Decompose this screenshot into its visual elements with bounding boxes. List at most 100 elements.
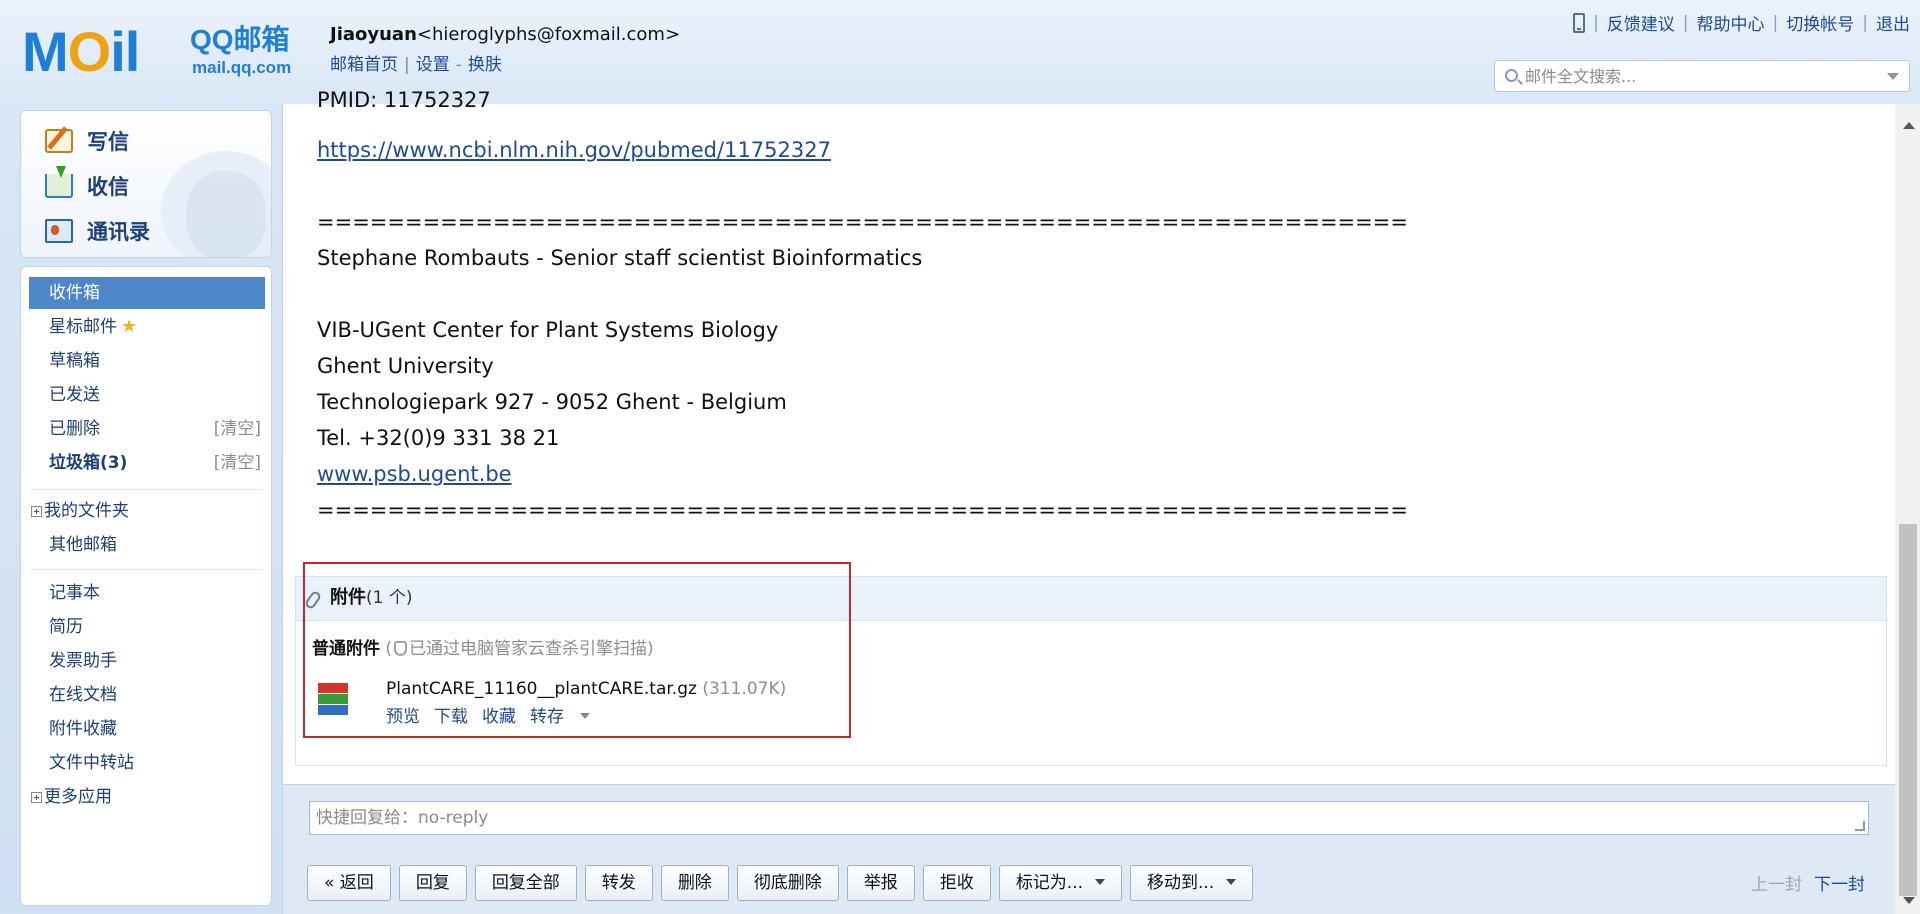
back-button[interactable]: « 返回 [307, 865, 391, 901]
top-links: | 反馈建议 | 帮助中心 | 切换帐号 | 退出 [1573, 10, 1910, 35]
logout-link[interactable]: 退出 [1876, 10, 1910, 35]
website-link[interactable]: www.psb.ugent.be [317, 462, 512, 486]
sidebar-item-sent[interactable]: 已发送 [29, 379, 265, 411]
mobile-phone-icon[interactable] [1573, 12, 1586, 33]
signature-name: Stephane Rombauts - Senior staff scienti… [317, 246, 923, 270]
separator: | [1862, 12, 1868, 33]
logo-qq-mail-label: QQ邮箱 [190, 24, 290, 55]
mail-toolbar: « 返回 回复 回复全部 转发 删除 彻底删除 举报 拒收 标记为... 移动到… [307, 865, 1261, 901]
sidebar-item-file-transfer[interactable]: 文件中转站 [29, 747, 265, 779]
sidebar-item-resume[interactable]: 简历 [29, 611, 265, 643]
sidebar-item-spam[interactable]: 垃圾箱(3) [清空] [29, 447, 265, 479]
receive-mail-button[interactable]: 收信 [45, 166, 129, 206]
sidebar-item-online-docs[interactable]: 在线文档 [29, 679, 265, 711]
switch-account-link[interactable]: 切换帐号 [1786, 10, 1854, 35]
pubmed-link[interactable]: https://www.ncbi.nlm.nih.gov/pubmed/1175… [317, 138, 831, 162]
penguin-watermark-icon [161, 151, 271, 257]
change-skin-link[interactable]: 换肤 [468, 55, 502, 75]
sidebar-item-other-mailboxes[interactable]: 其他邮箱 [29, 529, 265, 561]
sidebar-item-label: 已删除 [49, 419, 100, 439]
pubmed-link-row: https://www.ncbi.nlm.nih.gov/pubmed/1175… [317, 132, 831, 168]
reply-button[interactable]: 回复 [398, 865, 467, 901]
scroll-up-arrow-icon[interactable] [1903, 122, 1915, 129]
sidebar-item-more-apps[interactable]: 更多应用 [29, 781, 265, 813]
logo-domain: mail.qq.com [192, 58, 292, 77]
sidebar-item-label: 更多应用 [44, 787, 112, 807]
quick-actions-panel: 写信 收信 通讯录 [20, 110, 272, 258]
separator: | [1772, 12, 1779, 33]
expand-plus-icon[interactable] [31, 506, 42, 517]
inbox-download-icon [45, 166, 73, 198]
quick-reply-input[interactable]: 快捷回复给：no-reply [309, 801, 1869, 835]
folder-nav: 收件箱 星标邮件 ★ 草稿箱 已发送 已删除 [清空] 垃圾箱(3) [清空] 我的文… [20, 266, 272, 906]
chevron-down-icon [1095, 879, 1106, 885]
sidebar-item-my-folders[interactable]: 我的文件夹 [29, 495, 265, 527]
report-button[interactable]: 举报 [846, 865, 915, 901]
search-icon[interactable] [1505, 69, 1518, 82]
previous-mail-link: 上一封 [1751, 875, 1802, 895]
sidebar-item-label: 星标邮件 [49, 317, 117, 337]
sidebar-item-attachment-favorites[interactable]: 附件收藏 [29, 713, 265, 745]
chevron-down-icon[interactable] [1887, 73, 1899, 80]
signature-tel: Tel. +32(0)9 331 38 21 [317, 426, 560, 450]
help-center-link[interactable]: 帮助中心 [1697, 10, 1765, 35]
contacts-button[interactable]: 通讯录 [45, 211, 150, 251]
sidebar-item-label: 我的文件夹 [44, 501, 129, 521]
separator: | [1682, 12, 1689, 33]
sidebar-item-inbox[interactable]: 收件箱 [29, 277, 265, 309]
star-icon: ★ [121, 316, 138, 337]
signature-org: VIB-UGent Center for Plant Systems Biolo… [317, 318, 779, 342]
qq-mail-logo[interactable]: MOil QQ邮箱 mail.qq.com [22, 22, 302, 82]
website-link-row: www.psb.ugent.be [317, 456, 512, 492]
reply-all-button[interactable]: 回复全部 [474, 865, 577, 901]
sidebar-item-invoice[interactable]: 发票助手 [29, 645, 265, 677]
sidebar-item-deleted[interactable]: 已删除 [清空] [29, 413, 265, 445]
header: MOil QQ邮箱 mail.qq.com Jiaoyuan<hieroglyp… [0, 0, 1920, 104]
divider-text: ========================================… [317, 210, 1408, 234]
resize-handle-icon[interactable] [1855, 821, 1865, 831]
mailbox-home-link[interactable]: 邮箱首页 [330, 55, 398, 75]
signature-university: Ghent University [317, 354, 494, 378]
clear-deleted-link[interactable]: [清空] [214, 413, 261, 445]
move-to-dropdown[interactable]: 移动到... [1130, 865, 1254, 901]
search-box[interactable] [1494, 60, 1910, 92]
sidebar-item-notepad[interactable]: 记事本 [29, 577, 265, 609]
separator: | [404, 55, 410, 75]
scrollbar-thumb[interactable] [1899, 524, 1917, 896]
clear-spam-link[interactable]: [清空] [214, 447, 261, 479]
receive-label: 收信 [87, 175, 129, 199]
compose-button[interactable]: 写信 [45, 121, 129, 161]
forward-button[interactable]: 转发 [584, 865, 653, 901]
sidebar-item-drafts[interactable]: 草稿箱 [29, 345, 265, 377]
divider-text: ========================================… [317, 498, 1408, 522]
search-input[interactable] [1525, 63, 1865, 89]
divider [31, 569, 263, 570]
delete-button[interactable]: 删除 [660, 865, 729, 901]
account-info: Jiaoyuan<hieroglyphs@foxmail.com> [330, 22, 680, 48]
scroll-down-arrow-icon[interactable] [1903, 897, 1915, 904]
reject-button[interactable]: 拒收 [922, 865, 991, 901]
mark-as-dropdown[interactable]: 标记为... [998, 865, 1123, 901]
contacts-label: 通讯录 [87, 220, 150, 244]
separator: - [455, 55, 462, 75]
next-mail-link[interactable]: 下一封 [1814, 875, 1865, 895]
signature-address: Technologiepark 927 - 9052 Ghent - Belgi… [317, 390, 787, 414]
expand-plus-icon[interactable] [31, 792, 42, 803]
compose-pencil-icon [45, 129, 73, 153]
settings-link[interactable]: 设置 [416, 55, 450, 75]
mail-pager: 上一封 下一封 [1751, 873, 1865, 897]
separator: | [1593, 12, 1599, 33]
account-email: <hieroglyphs@foxmail.com> [416, 24, 681, 45]
contacts-card-icon [45, 219, 73, 243]
sidebar-item-starred[interactable]: 星标邮件 ★ [29, 311, 265, 343]
mail-reading-pane: PMID: 11752327 https://www.ncbi.nlm.nih.… [282, 88, 1920, 914]
chevron-down-icon [1226, 879, 1237, 885]
compose-label: 写信 [87, 130, 129, 154]
permanent-delete-button[interactable]: 彻底删除 [736, 865, 839, 901]
feedback-link[interactable]: 反馈建议 [1607, 10, 1675, 35]
scrollbar[interactable] [1895, 104, 1920, 914]
account-name: Jiaoyuan [330, 24, 417, 45]
logo-wordmark: MOil [22, 20, 140, 83]
sidebar-item-label: 垃圾箱(3) [49, 453, 128, 473]
pmid-text: PMID: 11752327 [317, 88, 491, 112]
